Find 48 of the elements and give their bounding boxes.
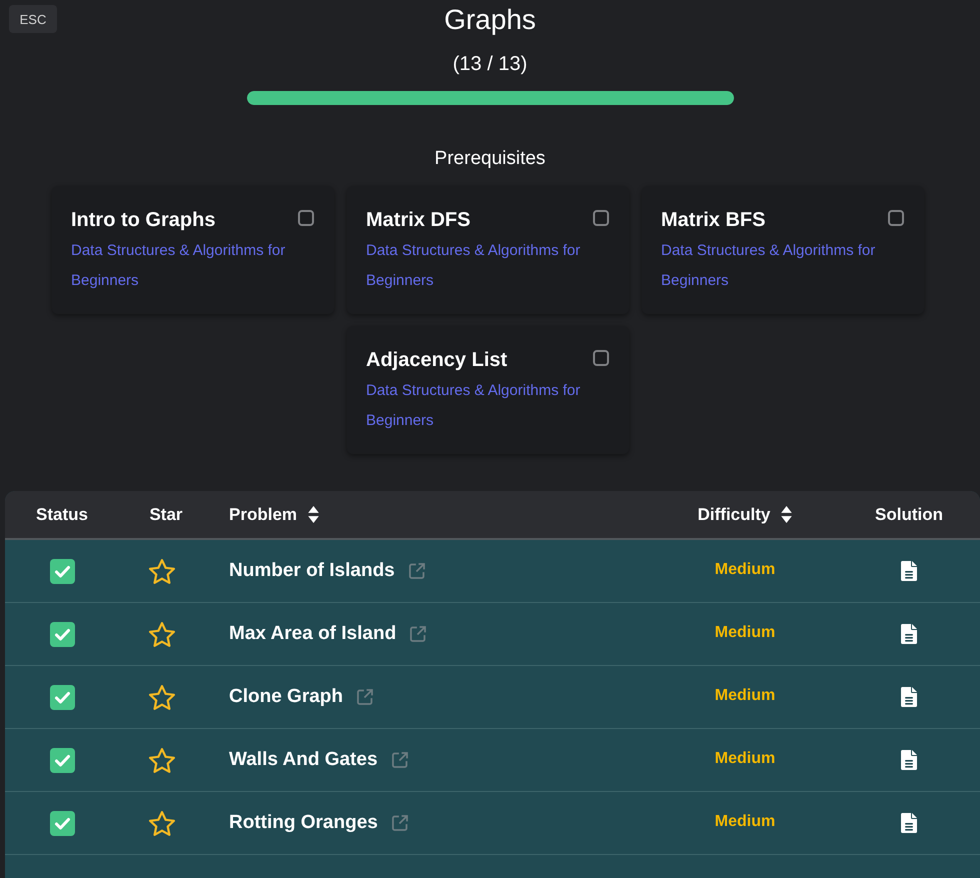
esc-button[interactable]: ESC xyxy=(9,5,57,33)
difficulty-label: Medium xyxy=(714,561,776,579)
status-checkbox[interactable] xyxy=(50,810,74,836)
checkbox[interactable] xyxy=(888,210,904,226)
sort-icon[interactable] xyxy=(781,506,792,523)
status-checkbox[interactable] xyxy=(50,684,74,710)
column-header: Difficulty xyxy=(698,504,770,524)
star-icon[interactable] xyxy=(149,558,175,584)
problem-link[interactable]: Clone Graph xyxy=(229,686,344,708)
document-icon[interactable] xyxy=(901,624,917,644)
card-title: Matrix BFS xyxy=(661,208,766,232)
checkbox[interactable] xyxy=(593,350,609,366)
column-header: Star xyxy=(149,504,183,524)
column-header: Status xyxy=(36,504,88,524)
course-link[interactable]: Data Structures & Algorithms for Beginners xyxy=(366,236,609,296)
document-icon[interactable] xyxy=(901,561,917,581)
problem-link[interactable]: Number of Islands xyxy=(229,560,395,582)
checkbox[interactable] xyxy=(593,210,609,226)
star-icon[interactable] xyxy=(149,622,175,646)
card-title: Intro to Graphs xyxy=(71,208,216,232)
difficulty-label: Medium xyxy=(714,750,776,768)
course-link[interactable]: Data Structures & Algorithms for Beginners xyxy=(71,236,314,296)
difficulty-label: Medium xyxy=(714,813,776,831)
checkbox[interactable] xyxy=(298,210,314,226)
star-icon[interactable] xyxy=(149,748,175,772)
progress-count: (13 / 13) xyxy=(452,52,528,76)
status-checkbox[interactable] xyxy=(50,748,74,772)
problem-link[interactable]: Max Area of Island xyxy=(229,623,396,645)
column-header: Solution xyxy=(875,504,943,524)
document-icon[interactable] xyxy=(901,750,917,770)
card-title: Adjacency List xyxy=(366,348,508,372)
status-checkbox[interactable] xyxy=(50,558,74,584)
page-title: Graphs xyxy=(444,3,536,37)
status-checkbox[interactable] xyxy=(50,622,74,646)
section-heading: Prerequisites xyxy=(434,147,546,171)
difficulty-label: Medium xyxy=(714,687,776,705)
document-icon[interactable] xyxy=(901,687,917,707)
column-header: Problem xyxy=(229,504,298,524)
course-link[interactable]: Data Structures & Algorithms for Beginners xyxy=(661,236,904,296)
problem-link[interactable]: Walls And Gates xyxy=(229,749,378,771)
star-icon[interactable] xyxy=(149,810,175,836)
card-title: Matrix DFS xyxy=(366,208,470,232)
sort-icon[interactable] xyxy=(308,506,320,523)
problem-link[interactable]: Rotting Oranges xyxy=(229,812,378,834)
document-icon[interactable] xyxy=(901,813,917,833)
difficulty-label: Medium xyxy=(714,624,776,642)
star-icon[interactable] xyxy=(149,684,175,710)
course-link[interactable]: Data Structures & Algorithms for Beginners xyxy=(366,376,609,436)
